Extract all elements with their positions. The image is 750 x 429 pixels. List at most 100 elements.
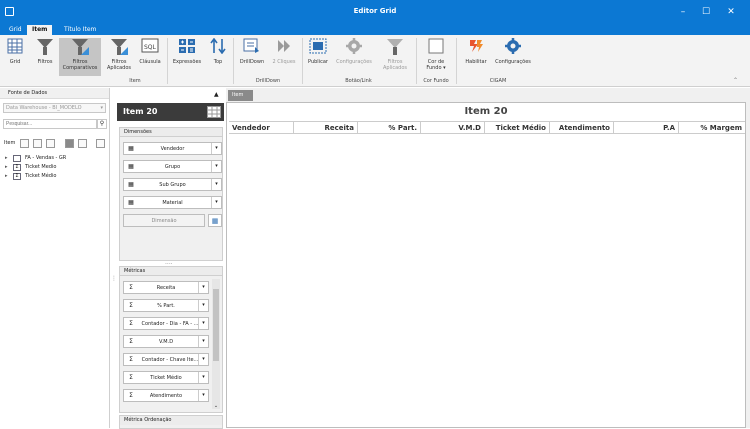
metrics-scrollbar[interactable]: ⌄ — [212, 279, 220, 409]
top-button[interactable]: Top — [208, 37, 228, 76]
item-title: Item 20 — [117, 103, 224, 121]
filtros-aplicados-button[interactable]: Filtros Aplicados — [104, 38, 134, 76]
chevron-down-icon[interactable]: ▾ — [211, 197, 221, 208]
grid-button[interactable]: Grid — [4, 38, 26, 76]
grid-icon — [207, 106, 221, 118]
sort-icon[interactable] — [78, 139, 87, 148]
dimension-field[interactable]: ▦ Material ▾ — [123, 196, 222, 209]
habilitar-button[interactable]: Habilitar — [462, 38, 490, 76]
expand-icon[interactable]: ▸ — [5, 163, 8, 172]
item-panel: Item 20 Dimensões ▦ Vendedor ▾ ▦ Grupo ▾ ▦ Su… — [111, 103, 224, 429]
filtros-aplicados-link-button[interactable]: Filtros Aplicados — [378, 38, 412, 76]
metric-field[interactable]: Σ Ticket Médio ▾ — [123, 371, 209, 384]
configuracoes-link-button[interactable]: Configurações — [333, 38, 375, 76]
item-tab[interactable]: Item — [228, 90, 253, 101]
chevron-down-icon[interactable]: ▾ — [211, 179, 221, 190]
minimize-button[interactable]: – — [676, 5, 690, 19]
column-header[interactable]: % Margem — [679, 122, 745, 134]
data-tree: ▸ FA - Vendas - GR ▸ Σ Ticket Medio ▸ Σ … — [5, 154, 66, 181]
tree-node[interactable]: ▸ FA - Vendas - GR — [5, 154, 66, 163]
gear-icon — [333, 38, 375, 56]
configuracoes-cigam-button[interactable]: Configurações — [492, 38, 534, 76]
grid-icon — [4, 38, 26, 56]
data-source-header: Fonte de Dados — [0, 88, 109, 99]
publish-icon — [305, 38, 331, 56]
chevron-down-icon[interactable]: ⌄ — [212, 403, 220, 409]
metrics-header: Métricas — [120, 267, 222, 276]
splitter-handle[interactable]: ⋮ — [111, 275, 117, 282]
metric-field[interactable]: Σ Contador - Chave Ite... ▾ — [123, 353, 209, 366]
expressoes-button[interactable]: Expressões — [170, 38, 204, 76]
applied-filter-icon — [110, 38, 128, 56]
dimension-field[interactable]: ▦ Vendedor ▾ — [123, 142, 222, 155]
grid-title: Item 20 — [464, 106, 508, 117]
add-dimension-field[interactable]: Dimensão — [123, 214, 205, 227]
chevron-down-icon[interactable]: ▾ — [198, 336, 208, 347]
column-header[interactable]: P.A — [614, 122, 679, 134]
metrics-panel: Métricas Σ Receita ▾ Σ% Part. ▾ Σ Contador -… — [119, 266, 223, 413]
tab-item[interactable]: Item — [27, 25, 53, 35]
title-bar: Editor Grid – ☐ ✕ — [0, 0, 750, 24]
pin-icon[interactable]: ▲ — [214, 91, 219, 98]
ribbon: Grid Filtros Filtros Comparativos Filtro… — [0, 35, 750, 87]
metric-field[interactable]: Σ Atendimento ▾ — [123, 389, 209, 402]
svg-text:SQL: SQL — [144, 44, 157, 51]
search-icon[interactable]: ⚲ — [97, 119, 107, 129]
cor-de-fundo-button[interactable]: Cor de Fundo ▾ — [420, 38, 452, 76]
tab-titulo-item[interactable]: Título Item — [59, 25, 101, 35]
metric-field[interactable]: Σ% Part. ▾ — [123, 299, 209, 312]
drilldown-button[interactable]: DrillDown — [237, 38, 267, 76]
add-item-icon[interactable] — [20, 139, 29, 148]
dimension-icon[interactable] — [33, 139, 42, 148]
tab-grid[interactable]: Grid — [4, 25, 27, 35]
view-icon[interactable] — [65, 139, 74, 148]
dimension-field[interactable]: ▦ Sub Grupo ▾ — [123, 178, 222, 191]
filtros-comparativos-button[interactable]: Filtros Comparativos — [59, 38, 101, 76]
chevron-down-icon[interactable]: ▾ — [198, 390, 208, 401]
filtros-button[interactable]: Filtros — [33, 38, 57, 76]
search-input[interactable] — [3, 119, 97, 129]
window-title: Editor Grid — [353, 7, 397, 15]
dimension-field[interactable]: ▦ Grupo ▾ — [123, 160, 222, 173]
sigma-icon: Σ — [13, 164, 21, 171]
chevron-down-icon[interactable]: ▾ — [211, 143, 221, 154]
double-click-icon — [269, 38, 299, 56]
expand-icon[interactable]: ▸ — [5, 172, 8, 181]
column-header[interactable]: % Part. — [358, 122, 421, 134]
column-header[interactable]: Receita — [294, 122, 358, 134]
datasource-select[interactable]: Data Warehouse - BI_MODELO ▾ — [3, 103, 106, 113]
ribbon-tabs: Grid Item Título Item — [0, 24, 750, 35]
refresh-icon[interactable] — [96, 139, 105, 148]
column-header[interactable]: Ticket Médio — [485, 122, 550, 134]
metric-field[interactable]: Σ V.M.D ▾ — [123, 335, 209, 348]
column-header[interactable]: Atendimento — [550, 122, 614, 134]
scrollbar-thumb[interactable] — [213, 289, 219, 361]
dois-cliques-button[interactable]: 2 Cliques — [269, 38, 299, 76]
chevron-down-icon[interactable]: ▾ — [198, 282, 208, 293]
sigma-icon[interactable] — [46, 139, 55, 148]
metric-field[interactable]: Σ Contador - Dia - FA - ... ▾ — [123, 317, 209, 330]
background-color-icon — [420, 38, 452, 56]
splitter-handle[interactable]: .... — [165, 259, 173, 266]
chevron-down-icon[interactable]: ▾ — [198, 372, 208, 383]
chevron-down-icon[interactable]: ▾ — [211, 161, 221, 172]
chevron-down-icon[interactable]: ▾ — [198, 354, 208, 365]
grid-options-icon[interactable]: ▦ — [208, 214, 222, 227]
tree-node[interactable]: ▸ Σ Ticket Médio — [5, 172, 66, 181]
publicar-button[interactable]: Publicar — [305, 38, 331, 76]
clausula-button[interactable]: SQL Cláusula — [137, 38, 163, 76]
column-header[interactable]: Vendedor — [229, 122, 294, 134]
maximize-button[interactable]: ☐ — [699, 5, 713, 19]
column-header[interactable]: V.M.D — [421, 122, 485, 134]
close-button[interactable]: ✕ — [724, 5, 738, 19]
tree-node[interactable]: ▸ Σ Ticket Medio — [5, 163, 66, 172]
comparative-filter-icon — [71, 38, 89, 56]
expand-icon[interactable]: ▸ — [5, 154, 8, 163]
metric-field[interactable]: Σ Receita ▾ — [123, 281, 209, 294]
toolbar-label: Item — [4, 140, 16, 146]
chevron-down-icon[interactable]: ▾ — [198, 318, 208, 329]
table-icon — [13, 155, 21, 162]
data-source-panel: Fonte de Dados Data Warehouse - BI_MODEL… — [0, 88, 110, 428]
collapse-ribbon-icon[interactable]: ⌃ — [733, 77, 738, 84]
chevron-down-icon[interactable]: ▾ — [198, 300, 208, 311]
